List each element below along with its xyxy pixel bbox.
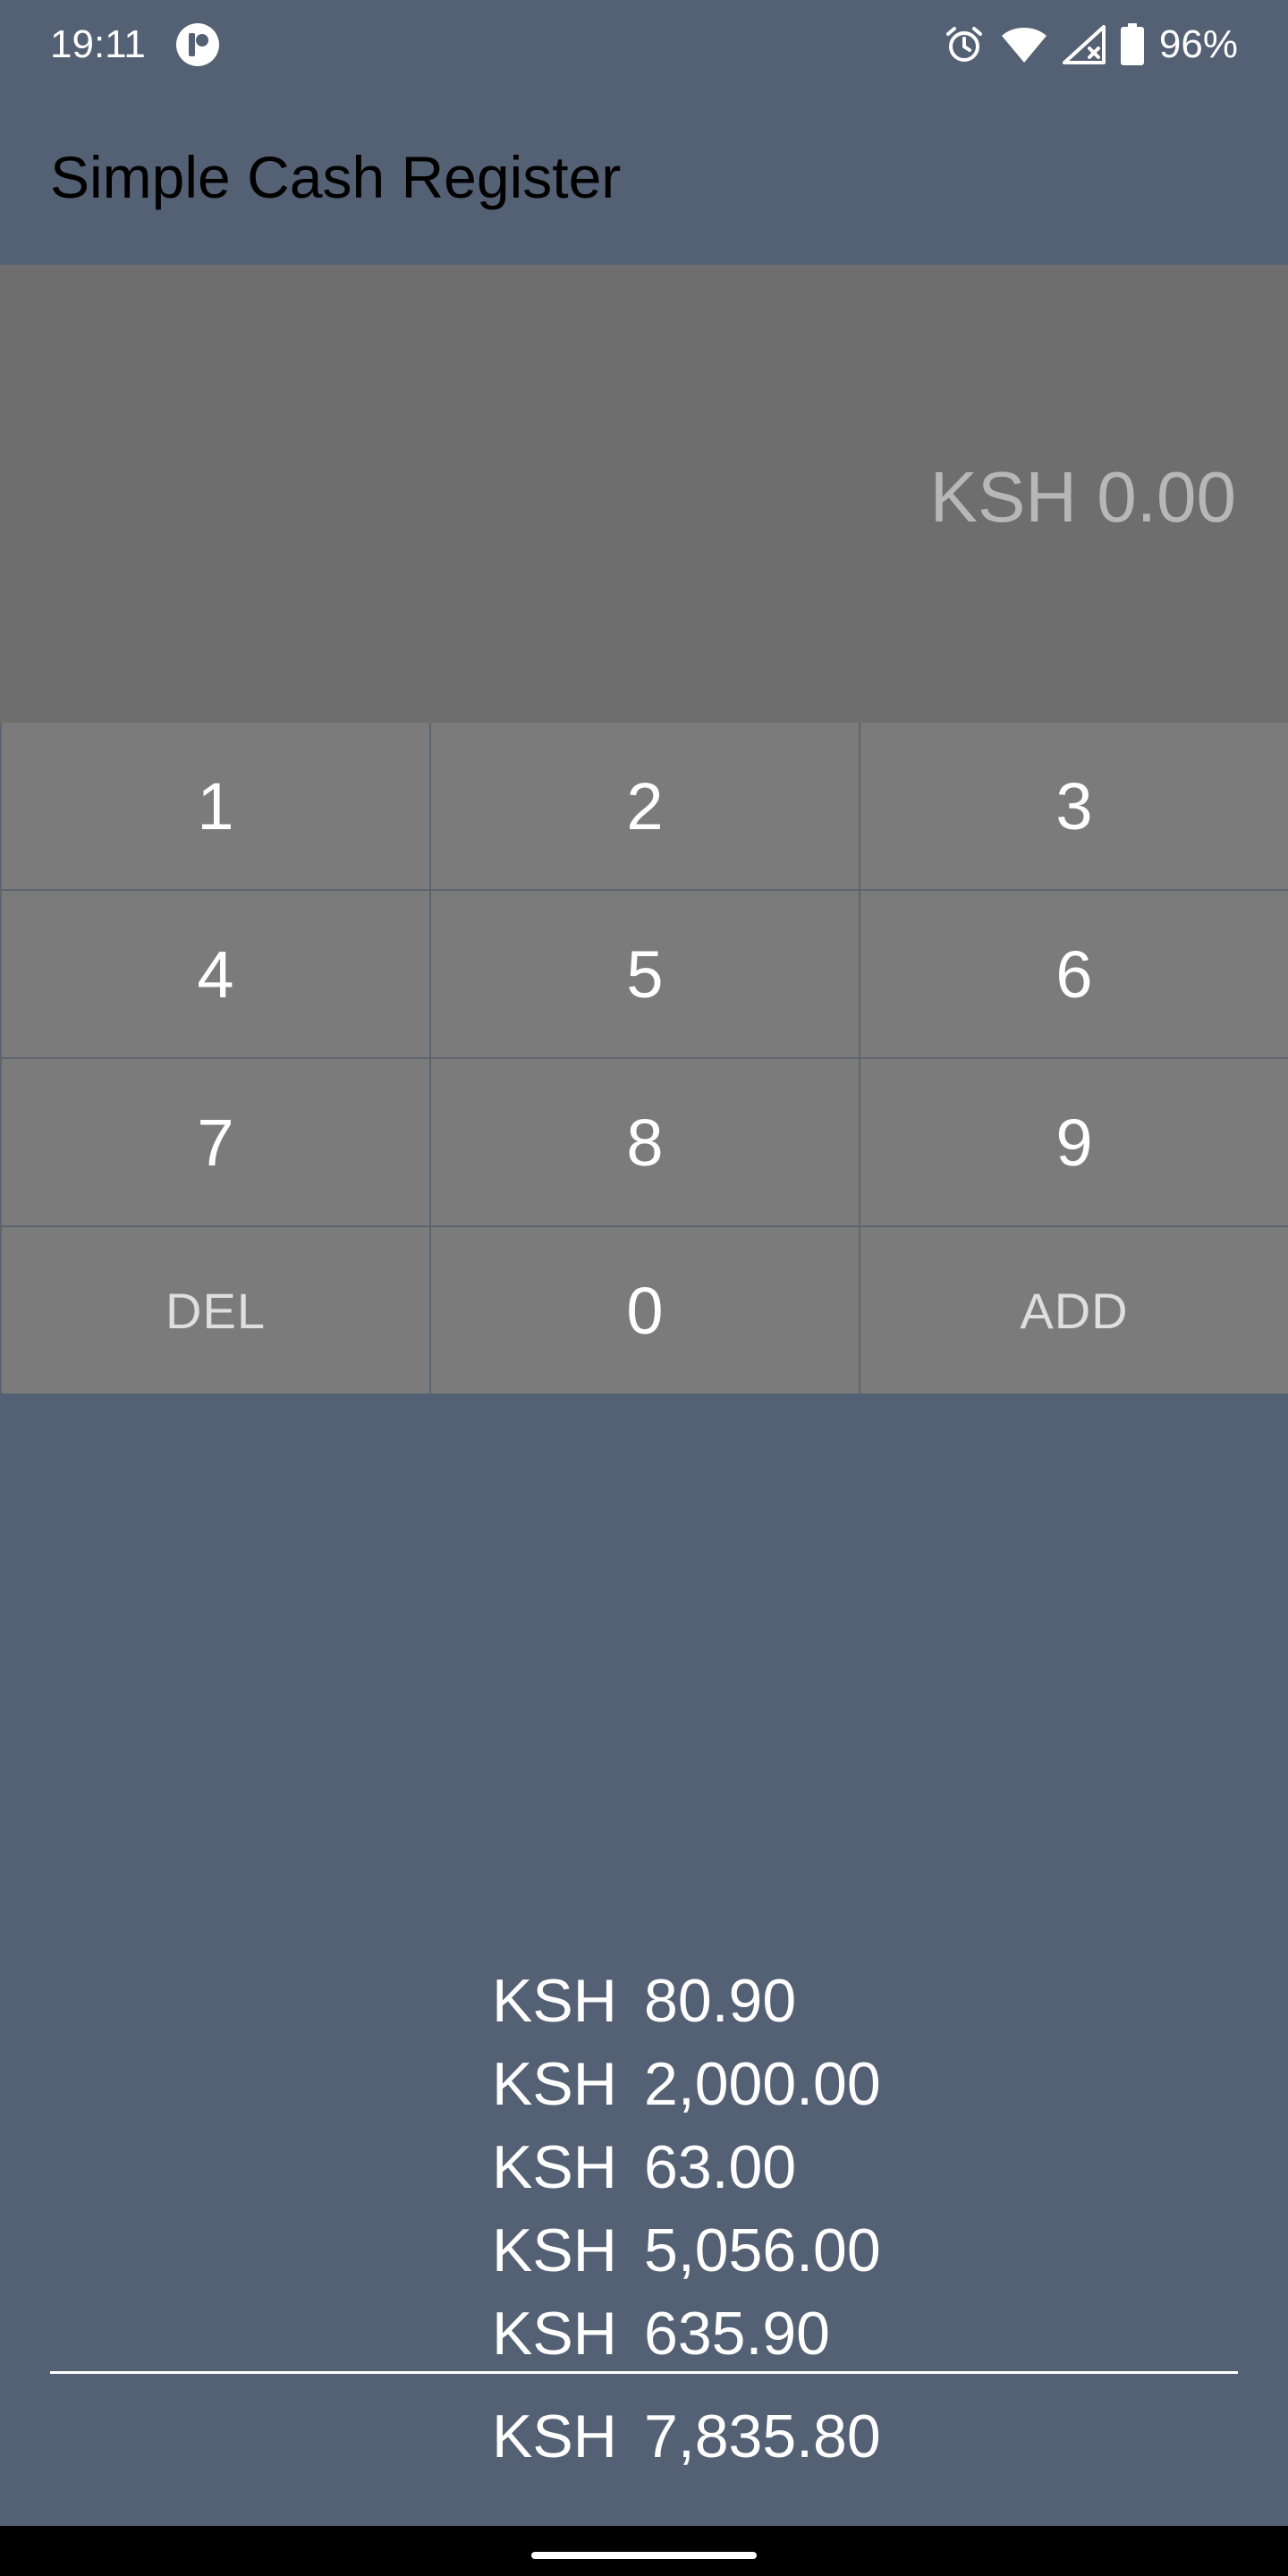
current-amount: KSH 0.00 — [929, 457, 1236, 537]
key-2[interactable]: 2 — [431, 723, 859, 889]
battery-icon — [1120, 23, 1145, 66]
key-3[interactable]: 3 — [860, 723, 1288, 889]
alarm-icon — [943, 23, 986, 66]
amount-display: KSH 0.00 — [0, 265, 1288, 723]
battery-percentage: 96% — [1158, 22, 1238, 66]
total-divider — [50, 2371, 1238, 2374]
status-time: 19:11 — [50, 22, 146, 66]
list-item: KSH 80.90 — [492, 1959, 1118, 2042]
list-item: KSH 63.00 — [492, 2125, 1118, 2208]
status-bar: 19:11 96% — [0, 0, 1288, 89]
key-8[interactable]: 8 — [431, 1059, 859, 1225]
delete-button[interactable]: DEL — [2, 1227, 429, 1394]
home-gesture-handle[interactable] — [531, 2552, 757, 2559]
transaction-list: KSH 80.90 KSH 2,000.00 KSH 63.00 KSH 5,0… — [492, 1959, 1118, 2375]
list-item: KSH 2,000.00 — [492, 2042, 1118, 2125]
key-1[interactable]: 1 — [2, 723, 429, 889]
app-notification-icon — [175, 22, 220, 67]
navigation-bar — [0, 2526, 1288, 2576]
status-icons: 96% — [943, 20, 1238, 70]
transaction-amount: 80.90 — [644, 1966, 797, 2035]
key-7[interactable]: 7 — [2, 1059, 429, 1225]
key-0[interactable]: 0 — [431, 1227, 859, 1394]
transaction-currency: KSH — [492, 2216, 617, 2284]
transaction-currency: KSH — [492, 2299, 617, 2368]
transaction-currency: KSH — [492, 2132, 617, 2201]
transaction-currency: KSH — [492, 2049, 617, 2118]
add-button[interactable]: ADD — [860, 1227, 1288, 1394]
list-item: KSH 5,056.00 — [492, 2208, 1118, 2292]
total-amount: 7,835.80 — [644, 2402, 881, 2470]
transaction-amount: 5,056.00 — [644, 2216, 881, 2284]
transaction-amount: 63.00 — [644, 2132, 797, 2201]
app-title: Simple Cash Register — [50, 144, 622, 210]
key-4[interactable]: 4 — [2, 891, 429, 1057]
wifi-icon — [1000, 25, 1048, 64]
key-9[interactable]: 9 — [860, 1059, 1288, 1225]
key-5[interactable]: 5 — [431, 891, 859, 1057]
transaction-amount: 635.90 — [644, 2299, 830, 2368]
cellular-signal-icon — [1062, 25, 1106, 64]
transaction-currency: KSH — [492, 1966, 617, 2035]
transaction-amount: 2,000.00 — [644, 2049, 881, 2118]
app-bar: Simple Cash Register — [0, 89, 1288, 265]
total-row: KSH 7,835.80 — [492, 2394, 881, 2478]
key-6[interactable]: 6 — [860, 891, 1288, 1057]
list-item: KSH 635.90 — [492, 2292, 1118, 2375]
keypad: 1 2 3 4 5 6 7 8 9 DEL 0 ADD — [0, 723, 1288, 1394]
total-currency: KSH — [492, 2402, 617, 2470]
